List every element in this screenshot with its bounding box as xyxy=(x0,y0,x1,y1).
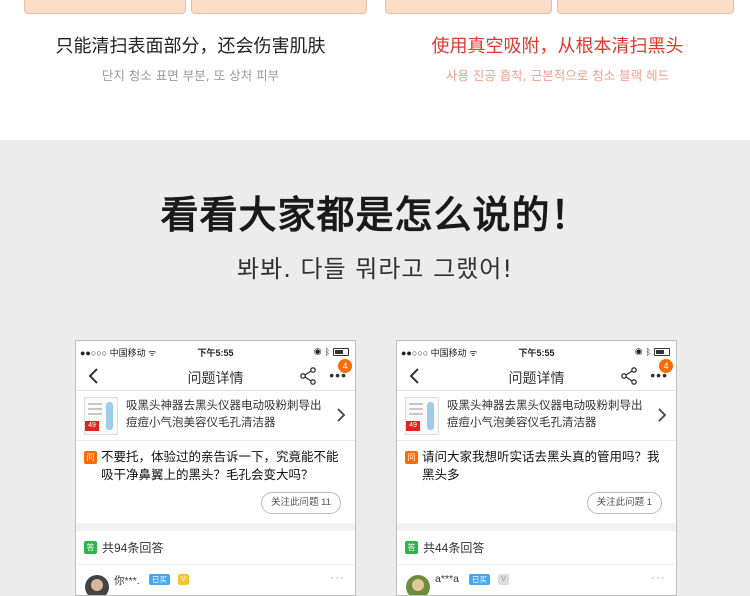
alarm-icon: ◉ xyxy=(634,346,643,356)
reply-username: a***a xyxy=(435,573,459,585)
answer-tag: 答 xyxy=(405,541,418,554)
notification-badge: 4 xyxy=(659,359,673,373)
answers-header: 答 共94条回答 xyxy=(76,531,355,565)
product-image-tile xyxy=(24,0,186,14)
vip-badge: V xyxy=(178,574,189,585)
status-bar: ●●○○○ 中国移动 ᯤ 下午5:55 ◉ ᛒ xyxy=(397,341,676,361)
answer-tag: 答 xyxy=(84,541,97,554)
notification-badge: 4 xyxy=(338,359,352,373)
follow-question-button[interactable]: 关注此问题 1 xyxy=(586,492,662,514)
comparison-left-zh: 只能清扫表面部分，还会伤害肌肤 xyxy=(55,36,326,57)
answer-count: 共44条回答 xyxy=(423,541,485,555)
question-text: 请问大家我想听实话去黑头真的管用吗？我黑头多 xyxy=(422,450,660,482)
reply-username: 你***. xyxy=(114,575,140,587)
follow-question-button[interactable]: 关注此问题 11 xyxy=(260,492,341,514)
purchased-badge: 已买 xyxy=(469,574,490,585)
question-tag: 问 xyxy=(405,451,418,464)
product-title: 吸黑头神器去黑头仪器电动吸粉刺导出痘痘小气泡美容仪毛孔清洁器 xyxy=(126,400,322,429)
question-tag: 问 xyxy=(84,451,97,464)
product-thumbnail: 49 xyxy=(405,397,439,435)
avatar xyxy=(406,575,430,595)
status-icons: ◉ ᛒ xyxy=(314,346,349,357)
reviews-section: 看看大家都是怎么说的！ 봐봐. 다들 뭐라고 그랬어! ●●○○○ 中国移动 ᯤ… xyxy=(0,140,750,596)
phone-screenshot-2: ●●○○○ 中国移动 ᯤ 下午5:55 ◉ ᛒ 问题详情 ••• 4 49 吸黑… xyxy=(396,340,677,596)
product-image-tile xyxy=(557,0,734,14)
comparison-section: 只能清扫表面部分，还会伤害肌肤 단지 청소 표면 부분, 또 상처 피부 使用真… xyxy=(0,0,750,140)
product-image-tile xyxy=(191,0,367,14)
battery-icon xyxy=(654,347,670,356)
answers-header: 答 共44条回答 xyxy=(397,531,676,565)
product-title: 吸黑头神器去黑头仪器电动吸粉刺导出痘痘小气泡美容仪毛孔清洁器 xyxy=(447,400,643,429)
price-tag: 49 xyxy=(85,421,99,431)
comparison-right-ko: 사용 진공 흡착, 근본적으로 청소 블랙 헤드 xyxy=(445,68,670,83)
comparison-left-ko: 단지 청소 표면 부분, 또 상처 피부 xyxy=(101,68,280,83)
chevron-right-icon xyxy=(658,408,667,422)
status-bar: ●●○○○ 中国移动 ᯤ 下午5:55 ◉ ᛒ xyxy=(76,341,355,361)
share-icon[interactable] xyxy=(620,367,638,385)
price-tag: 49 xyxy=(406,421,420,431)
bluetooth-icon: ᛒ xyxy=(645,346,651,357)
vip-badge: V xyxy=(498,574,509,585)
question-block: 问 不要托，体验过的亲告诉一下，究竟能不能吸干净鼻翼上的黑头？毛孔会变大吗？ 关… xyxy=(76,441,355,531)
question-text: 不要托，体验过的亲告诉一下，究竟能不能吸干净鼻翼上的黑头？毛孔会变大吗？ xyxy=(101,450,339,482)
purchased-badge: 已买 xyxy=(149,574,170,585)
alarm-icon: ◉ xyxy=(313,346,322,356)
nav-bar: 问题详情 ••• 4 xyxy=(397,359,676,391)
battery-icon xyxy=(333,347,349,356)
question-block: 问 请问大家我想听实话去黑头真的管用吗？我黑头多 关注此问题 1 xyxy=(397,441,676,531)
reply-item[interactable]: a***a 已买 V ··· xyxy=(397,565,676,595)
nav-bar: 问题详情 ••• 4 xyxy=(76,359,355,391)
comparison-right-zh: 使用真空吸附，从根本清扫黑头 xyxy=(431,36,684,57)
product-card[interactable]: 49 吸黑头神器去黑头仪器电动吸粉刺导出痘痘小气泡美容仪毛孔清洁器 xyxy=(397,391,676,441)
reply-more-icon[interactable]: ··· xyxy=(330,570,345,584)
reviews-headline: 看看大家都是怎么说的！ xyxy=(160,193,590,237)
avatar xyxy=(85,575,109,595)
status-icons: ◉ ᛒ xyxy=(635,346,670,357)
comparison-left: 只能清扫表面部分，还会伤害肌肤 단지 청소 표면 부분, 또 상처 피부 xyxy=(3,36,378,84)
answer-count: 共94条回答 xyxy=(102,541,164,555)
bluetooth-icon: ᛒ xyxy=(324,346,330,357)
phone-screenshot-1: ●●○○○ 中国移动 ᯤ 下午5:55 ◉ ᛒ 问题详情 ••• 4 49 吸黑… xyxy=(75,340,356,596)
reply-item[interactable]: 你***. 已买 V ··· xyxy=(76,565,355,595)
comparison-right: 使用真空吸附，从根本清扫黑头 사용 진공 흡착, 근본적으로 청소 블랙 헤드 xyxy=(370,36,745,84)
chevron-right-icon xyxy=(337,408,346,422)
product-thumbnail: 49 xyxy=(84,397,118,435)
reviews-subline: 봐봐. 다들 뭐라고 그랬어! xyxy=(237,255,513,283)
share-icon[interactable] xyxy=(299,367,317,385)
reply-more-icon[interactable]: ··· xyxy=(651,570,666,584)
product-image-tile xyxy=(385,0,552,14)
product-card[interactable]: 49 吸黑头神器去黑头仪器电动吸粉刺导出痘痘小气泡美容仪毛孔清洁器 xyxy=(76,391,355,441)
